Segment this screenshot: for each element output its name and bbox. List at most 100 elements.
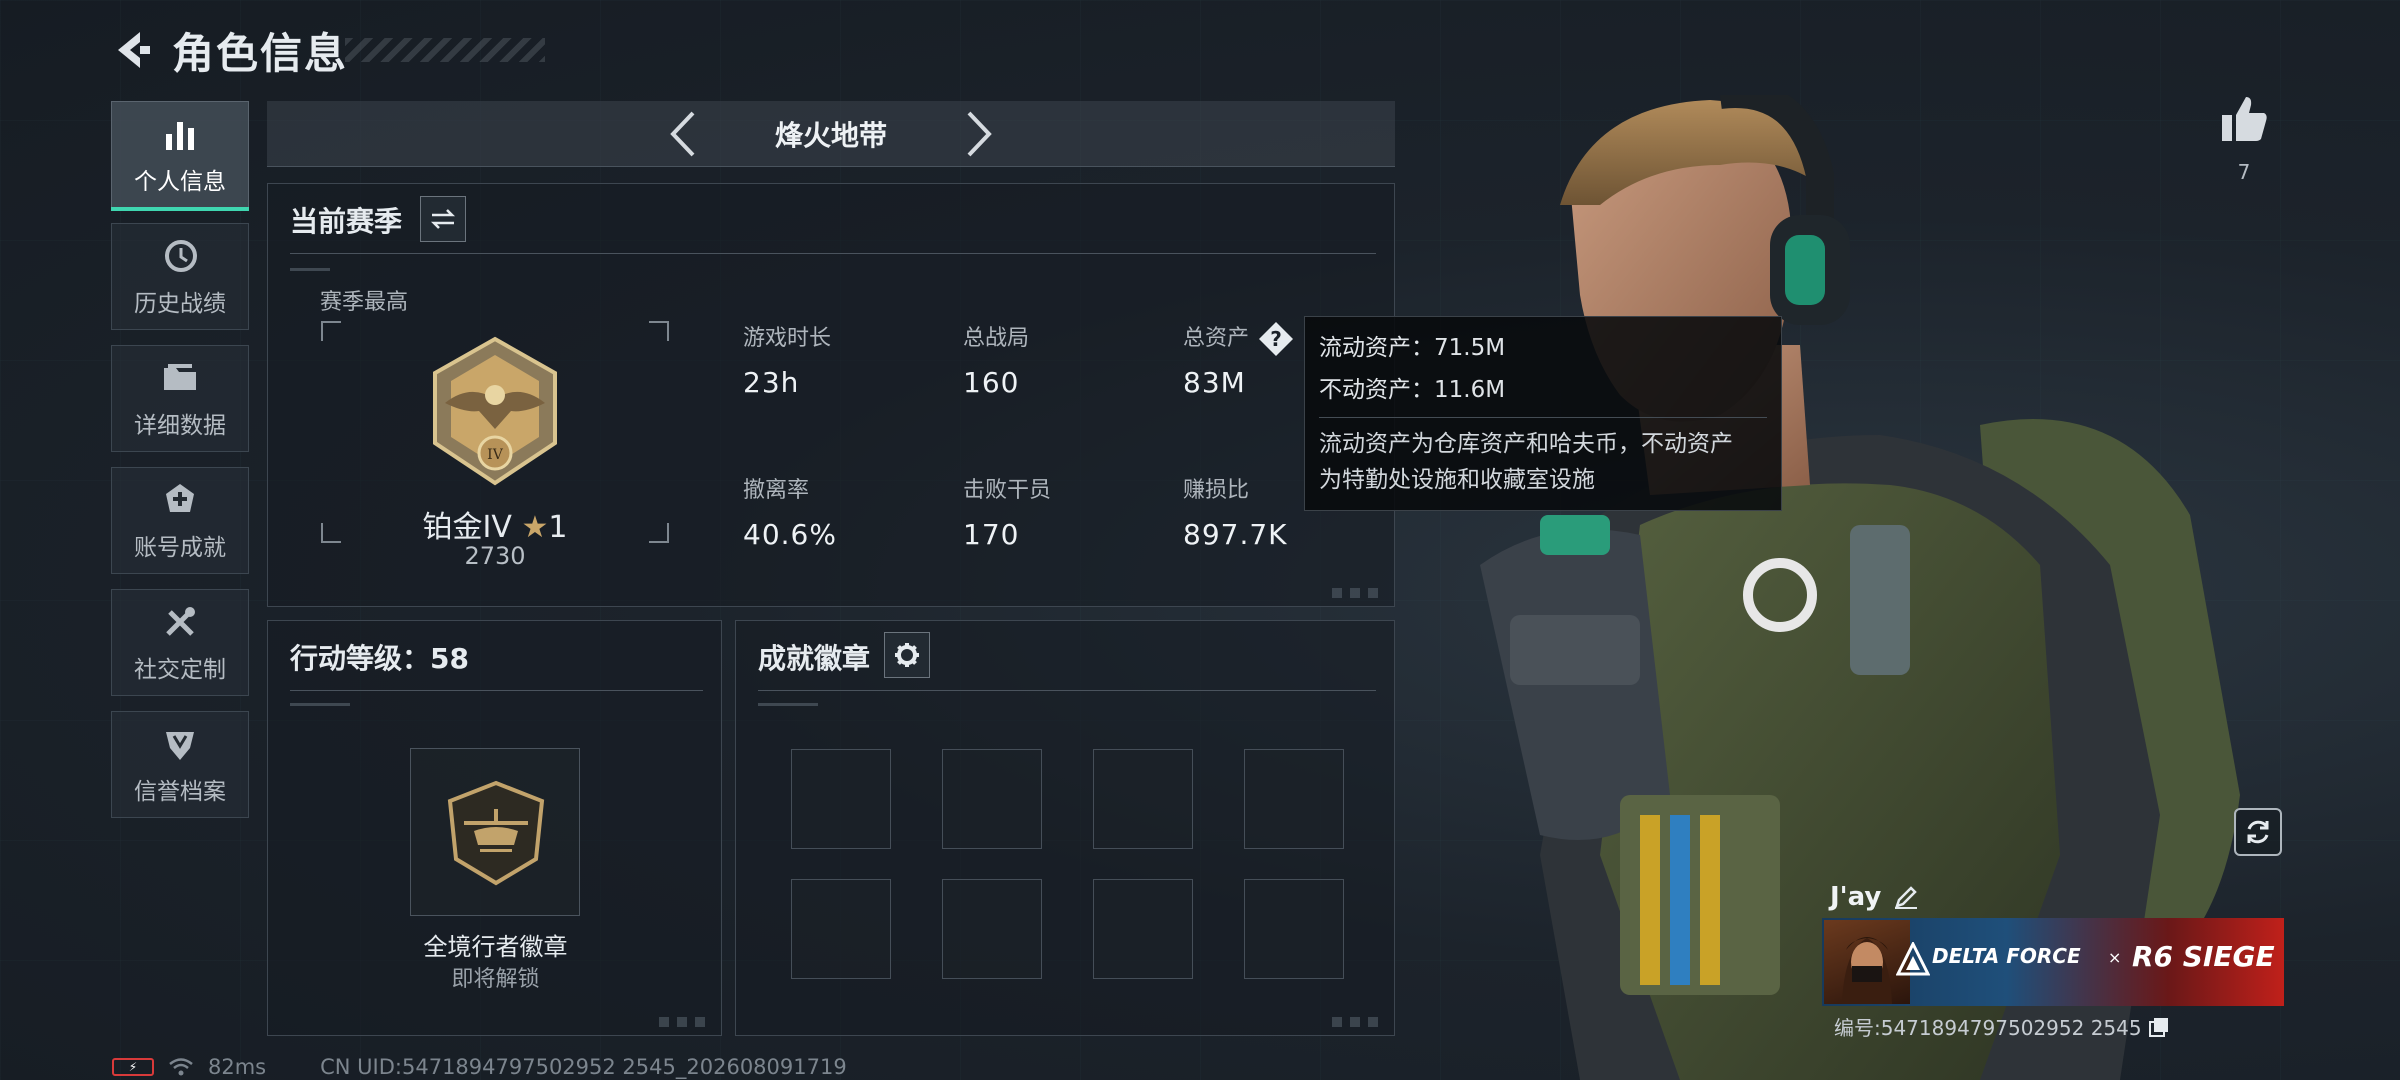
player-id: 编号:5471894797502952 2545 [1834,1012,2170,1041]
stat-profit-loss-ratio: 赚损比 897.7K [1183,472,1288,551]
stat-label: 赚损比 [1183,478,1250,503]
sidebar-item-label: 详细数据 [134,412,226,439]
divider [290,253,1376,254]
player-banner[interactable]: DELTA FORCE × R6 SIEGE [1822,918,2284,1006]
sidebar-item-achievements[interactable]: 账号成就 [111,467,249,574]
swap-arrows-icon [430,209,456,229]
sidebar-item-personal-info[interactable]: 个人信息 [111,101,249,211]
sidebar-item-label: 个人信息 [134,168,226,195]
stat-play-time: 游戏时长 23h [743,320,831,399]
like-count: 7 [2237,160,2251,184]
panel-corner-decoration [1332,588,1386,598]
sidebar-item-social[interactable]: 社交定制 [111,589,249,696]
achievement-slot[interactable] [791,749,891,849]
panel-corner-decoration [1332,1017,1386,1027]
tools-icon [166,606,195,636]
copy-icon[interactable] [2148,1016,2170,1038]
panel-corner-decoration [659,1017,713,1027]
achievement-slot[interactable] [942,749,1042,849]
wifi-icon [169,1058,193,1076]
achievement-slot[interactable] [791,879,891,979]
banner-r6-siege: R6 SIEGE [2132,940,2275,973]
tooltip-fixed-assets: 不动资产：11.6M [1319,377,1506,403]
stat-label: 总战局 [963,326,1030,351]
sidebar-item-label: 社交定制 [134,656,226,683]
achievement-slot[interactable] [1093,749,1193,849]
tooltip-divider [1319,417,1767,418]
stat-total-matches: 总战局 160 [963,320,1029,399]
chevron-right-icon[interactable] [961,109,997,159]
platinum-rank-emblem: IV [433,336,557,486]
back-arrow-icon[interactable] [110,26,154,74]
sidebar-item-reputation[interactable]: 信誉档案 [111,711,249,818]
gear-icon [895,643,919,667]
achievement-slot[interactable] [1093,879,1193,979]
badge-name: 全境行者徽章 [423,933,568,961]
stat-value: 170 [963,518,1020,551]
edit-pencil-icon[interactable] [1893,884,1919,910]
decoration [290,703,350,706]
delta-force-logo-icon [1896,942,1930,976]
title-decoration [345,38,545,62]
uid-text: CN UID:5471894797502952 2545_20260809171… [320,1055,847,1079]
stat-label: 游戏时长 [743,326,832,351]
stat-value: 160 [963,366,1020,399]
rank-tier: 铂金IV [422,510,512,545]
action-level-title: 行动等级：58 [290,642,469,675]
player-id-text: 编号:5471894797502952 2545 [1834,1016,2142,1040]
stat-operators-defeated: 击败干员 170 [963,472,1051,551]
sidebar-item-history[interactable]: 历史战绩 [111,223,249,330]
medal-plus-icon [166,483,194,512]
sidebar-item-detailed-data[interactable]: 详细数据 [111,345,249,452]
clock-history-icon [165,239,197,272]
achievement-badges-panel: 成就徽章 [735,620,1395,1036]
player-name-text: J'ay [1830,882,1882,912]
achievement-slot[interactable] [1244,879,1344,979]
assets-tooltip: 流动资产：71.5M 不动资产：11.6M 流动资产为仓库资产和哈夫币，不动资产… [1304,316,1782,511]
rank-name: 铂金IV ★1 [321,502,669,546]
current-season-panel: 当前赛季 赛季最高 IV 铂金IV ★1 2730 游戏时长 23h 总战局 1… [267,183,1395,607]
season-title: 当前赛季 [290,205,403,238]
bar-chart-icon [166,121,194,150]
status-footer: ⚡ 82ms CN UID:5471894797502952 2545_2026… [112,1055,847,1079]
tooltip-liquid-assets: 流动资产：71.5M [1319,335,1506,361]
stat-label: 总资产 [1183,326,1250,351]
achievement-slot[interactable] [942,879,1042,979]
divider [290,690,703,691]
thumbs-up-icon[interactable] [2218,93,2270,145]
achievement-slot[interactable] [1244,749,1344,849]
stat-value: 23h [743,366,800,399]
stat-value: 897.7K [1183,518,1288,551]
decoration [290,268,330,271]
switch-season-button[interactable] [420,196,466,242]
svg-text:IV: IV [487,447,504,463]
level-badge-slot[interactable] [410,748,580,916]
sidebar-item-label: 历史战绩 [134,290,226,317]
badge-settings-button[interactable] [884,632,930,678]
stat-total-assets: 总资产 83M [1183,320,1249,399]
rotate-model-button[interactable] [2234,808,2282,856]
achievement-title: 成就徽章 [758,642,871,675]
folder-icon [164,363,196,390]
tooltip-note-line2: 为特勤处设施和收藏室设施 [1319,467,1595,493]
stat-label: 击败干员 [963,478,1052,503]
stat-extract-rate: 撤离率 40.6% [743,472,837,551]
season-best-label: 赛季最高 [320,290,409,315]
mode-switcher: 烽火地带 [267,101,1395,167]
star-icon: ★ [521,510,549,545]
stat-value: 40.6% [743,518,837,551]
mode-title: 烽火地带 [774,118,887,152]
page-header: 角色信息 [110,20,348,80]
ping-value: 82ms [208,1055,267,1079]
stat-value: 83M [1183,366,1246,399]
helicopter-badge-icon [447,780,545,886]
tooltip-note-line1: 流动资产为仓库资产和哈夫币，不动资产 [1319,431,1733,457]
action-level-panel: 行动等级：58 全境行者徽章 即将解锁 [267,620,722,1036]
page-title: 角色信息 [172,28,349,78]
rank-stars: 1 [548,510,568,545]
help-icon[interactable]: ? [1257,320,1295,358]
chevron-left-icon[interactable] [665,109,701,159]
svg-text:?: ? [1270,327,1282,351]
battery-charging-icon: ⚡ [112,1058,154,1076]
refresh-icon [2247,820,2269,844]
